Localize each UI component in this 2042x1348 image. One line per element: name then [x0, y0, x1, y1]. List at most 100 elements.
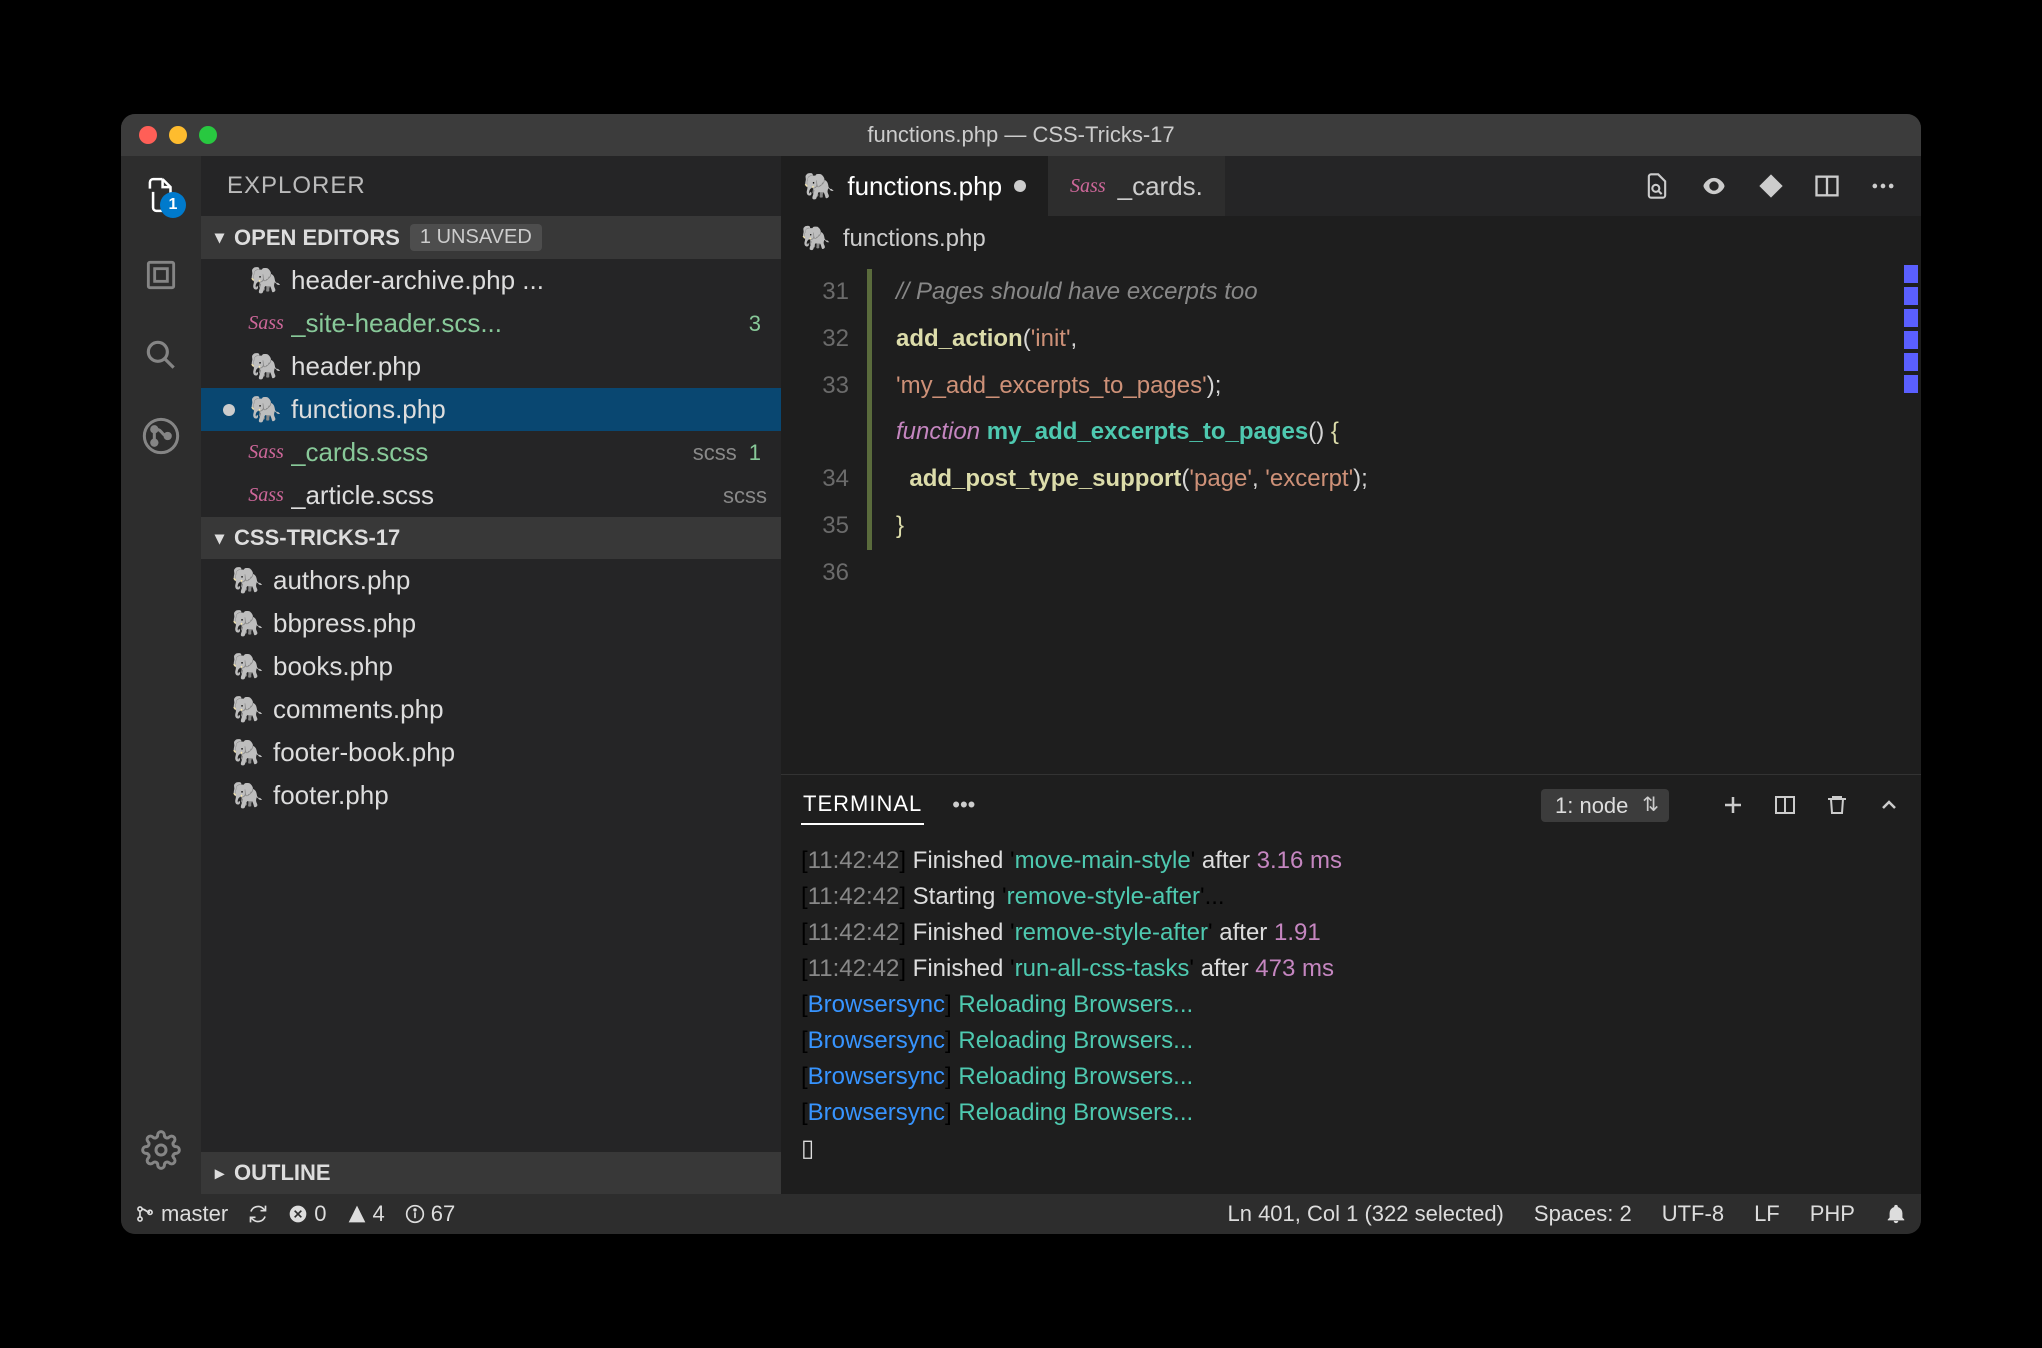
notifications-bell-icon[interactable]: [1885, 1203, 1907, 1225]
project-label: CSS-TRICKS-17: [234, 525, 400, 551]
collapse-panel-icon[interactable]: [1877, 793, 1901, 817]
php-file-icon: 🐘: [232, 780, 264, 811]
language-status[interactable]: PHP: [1810, 1201, 1855, 1227]
indent-status[interactable]: Spaces: 2: [1534, 1201, 1632, 1227]
settings-gear-icon[interactable]: [141, 1130, 181, 1170]
php-file-icon: 🐘: [232, 565, 264, 596]
terminal-select[interactable]: 1: node: [1541, 789, 1669, 822]
cursor-position-status[interactable]: Ln 401, Col 1 (322 selected): [1227, 1201, 1503, 1227]
panel-tab-bar: TERMINAL ••• 1: node: [781, 775, 1921, 835]
project-header[interactable]: ▾ CSS-TRICKS-17: [201, 517, 781, 559]
open-editor-item[interactable]: 🐘header.php: [201, 345, 781, 388]
tab-label: _cards.: [1118, 171, 1203, 202]
encoding-status[interactable]: UTF-8: [1662, 1201, 1724, 1227]
minimize-window-button[interactable]: [169, 126, 187, 144]
file-name: books.php: [273, 651, 767, 682]
project-file-item[interactable]: 🐘 authors.php: [201, 559, 781, 602]
chevron-right-icon: ▸: [215, 1163, 224, 1184]
file-name: footer.php: [273, 780, 767, 811]
split-editor-icon[interactable]: [1813, 172, 1841, 200]
warnings-status[interactable]: 4: [347, 1201, 385, 1227]
file-name: _cards.scss: [291, 437, 681, 468]
tab-label: functions.php: [847, 171, 1002, 202]
panel-actions: [1721, 793, 1901, 817]
dirty-indicator-icon: [223, 404, 235, 416]
project-file-item[interactable]: 🐘bbpress.php: [201, 602, 781, 645]
editor-tab[interactable]: 🐘functions.php: [781, 156, 1048, 216]
breadcrumb[interactable]: 🐘 functions.php: [781, 216, 1921, 261]
editor-group: 🐘functions.phpSass_cards. 🐘 functions.ph…: [781, 156, 1921, 1194]
git-change-count: 1: [749, 440, 761, 466]
sass-file-icon: Sass: [248, 441, 284, 464]
chevron-down-icon: ▾: [215, 227, 224, 248]
search-activity-icon[interactable]: [142, 256, 180, 294]
sass-file-icon: Sass: [248, 484, 284, 507]
open-editor-item[interactable]: Sass _site-header.scs... 3: [201, 302, 781, 345]
project-files-list: 🐘authors.php🐘bbpress.php🐘books.php🐘comme…: [201, 559, 781, 1152]
explorer-activity-icon[interactable]: 1: [142, 176, 180, 214]
info-status[interactable]: 67: [405, 1201, 455, 1227]
open-editor-item[interactable]: 🐘 header-archive.php ...: [201, 259, 781, 302]
unsaved-badge: 1 UNSAVED: [410, 224, 542, 251]
split-terminal-icon[interactable]: [1773, 793, 1797, 817]
terminal-output[interactable]: [11:42:42] Finished 'move-main-style' af…: [781, 835, 1921, 1194]
errors-status[interactable]: 0: [288, 1201, 326, 1227]
php-file-icon: 🐘: [232, 608, 264, 639]
project-file-item[interactable]: 🐘 books.php: [201, 645, 781, 688]
file-name: footer-book.php: [273, 737, 767, 768]
outline-header[interactable]: ▸ OUTLINE: [201, 1152, 781, 1194]
project-file-item[interactable]: 🐘comments.php: [201, 688, 781, 731]
php-file-icon: 🐘: [250, 265, 282, 296]
open-editor-item[interactable]: Sass_cards.scssscss1: [201, 431, 781, 474]
eol-status[interactable]: LF: [1754, 1201, 1780, 1227]
panel-more-icon[interactable]: •••: [952, 792, 975, 818]
status-bar: master 0 4 67 Ln 401, Col 1 (322 selecte…: [121, 1194, 1921, 1234]
code-editor[interactable]: 313233 343536 // Pages should have excer…: [781, 261, 1921, 774]
code-content[interactable]: // Pages should have excerpts tooadd_act…: [867, 261, 1901, 774]
php-file-icon: 🐘: [232, 737, 264, 768]
changes-icon[interactable]: [1757, 172, 1785, 200]
vscode-window: functions.php — CSS-Tricks-17 1: [121, 114, 1921, 1234]
file-name: authors.php: [273, 565, 767, 596]
more-actions-icon[interactable]: [1869, 172, 1897, 200]
outline-label: OUTLINE: [234, 1160, 331, 1186]
new-terminal-icon[interactable]: [1721, 793, 1745, 817]
terminal-panel: TERMINAL ••• 1: node [11:42:42] Finis: [781, 774, 1921, 1194]
sass-file-icon: Sass: [1070, 175, 1106, 198]
open-editors-list: 🐘 header-archive.php ... Sass _site-header.…: [201, 259, 781, 517]
git-branch-status[interactable]: master: [135, 1201, 228, 1227]
open-editor-item[interactable]: 🐘functions.php: [201, 388, 781, 431]
terminal-dropdown[interactable]: 1: node: [1541, 789, 1669, 822]
line-gutter: 313233 343536: [781, 261, 867, 774]
project-file-item[interactable]: 🐘 footer-book.php: [201, 731, 781, 774]
explorer-badge: 1: [160, 192, 186, 218]
close-window-button[interactable]: [139, 126, 157, 144]
php-file-icon: 🐘: [801, 224, 831, 253]
source-control-activity-icon[interactable]: [141, 416, 181, 456]
explorer-sidebar: EXPLORER ▾ OPEN EDITORS 1 UNSAVED 🐘heade…: [201, 156, 781, 1194]
php-file-icon: 🐘: [232, 651, 264, 682]
terminal-tab[interactable]: TERMINAL: [801, 785, 924, 825]
sass-file-icon: Sass: [248, 312, 284, 335]
open-editors-label: OPEN EDITORS: [234, 225, 400, 251]
git-change-count: 3: [749, 311, 761, 337]
minimap[interactable]: [1901, 261, 1921, 774]
editor-tab[interactable]: Sass _cards.: [1048, 156, 1225, 216]
titlebar: functions.php — CSS-Tricks-17: [121, 114, 1921, 156]
editor-actions: [1619, 172, 1921, 200]
open-editors-header[interactable]: ▾ OPEN EDITORS 1 UNSAVED: [201, 216, 781, 259]
open-editor-item[interactable]: Sass_article.scssscss: [201, 474, 781, 517]
kill-terminal-icon[interactable]: [1825, 793, 1849, 817]
file-name: header-archive.php ...: [291, 265, 767, 296]
breadcrumb-label: functions.php: [843, 225, 986, 253]
file-name: _site-header.scs...: [291, 308, 737, 339]
php-file-icon: 🐘: [250, 394, 282, 425]
project-file-item[interactable]: 🐘 footer.php: [201, 774, 781, 817]
chevron-down-icon: ▾: [215, 528, 224, 549]
preview-icon[interactable]: [1699, 172, 1729, 200]
find-in-file-icon[interactable]: [1643, 172, 1671, 200]
file-name: header.php: [291, 351, 767, 382]
sync-status[interactable]: [248, 1204, 268, 1224]
find-activity-icon[interactable]: [142, 336, 180, 374]
maximize-window-button[interactable]: [199, 126, 217, 144]
